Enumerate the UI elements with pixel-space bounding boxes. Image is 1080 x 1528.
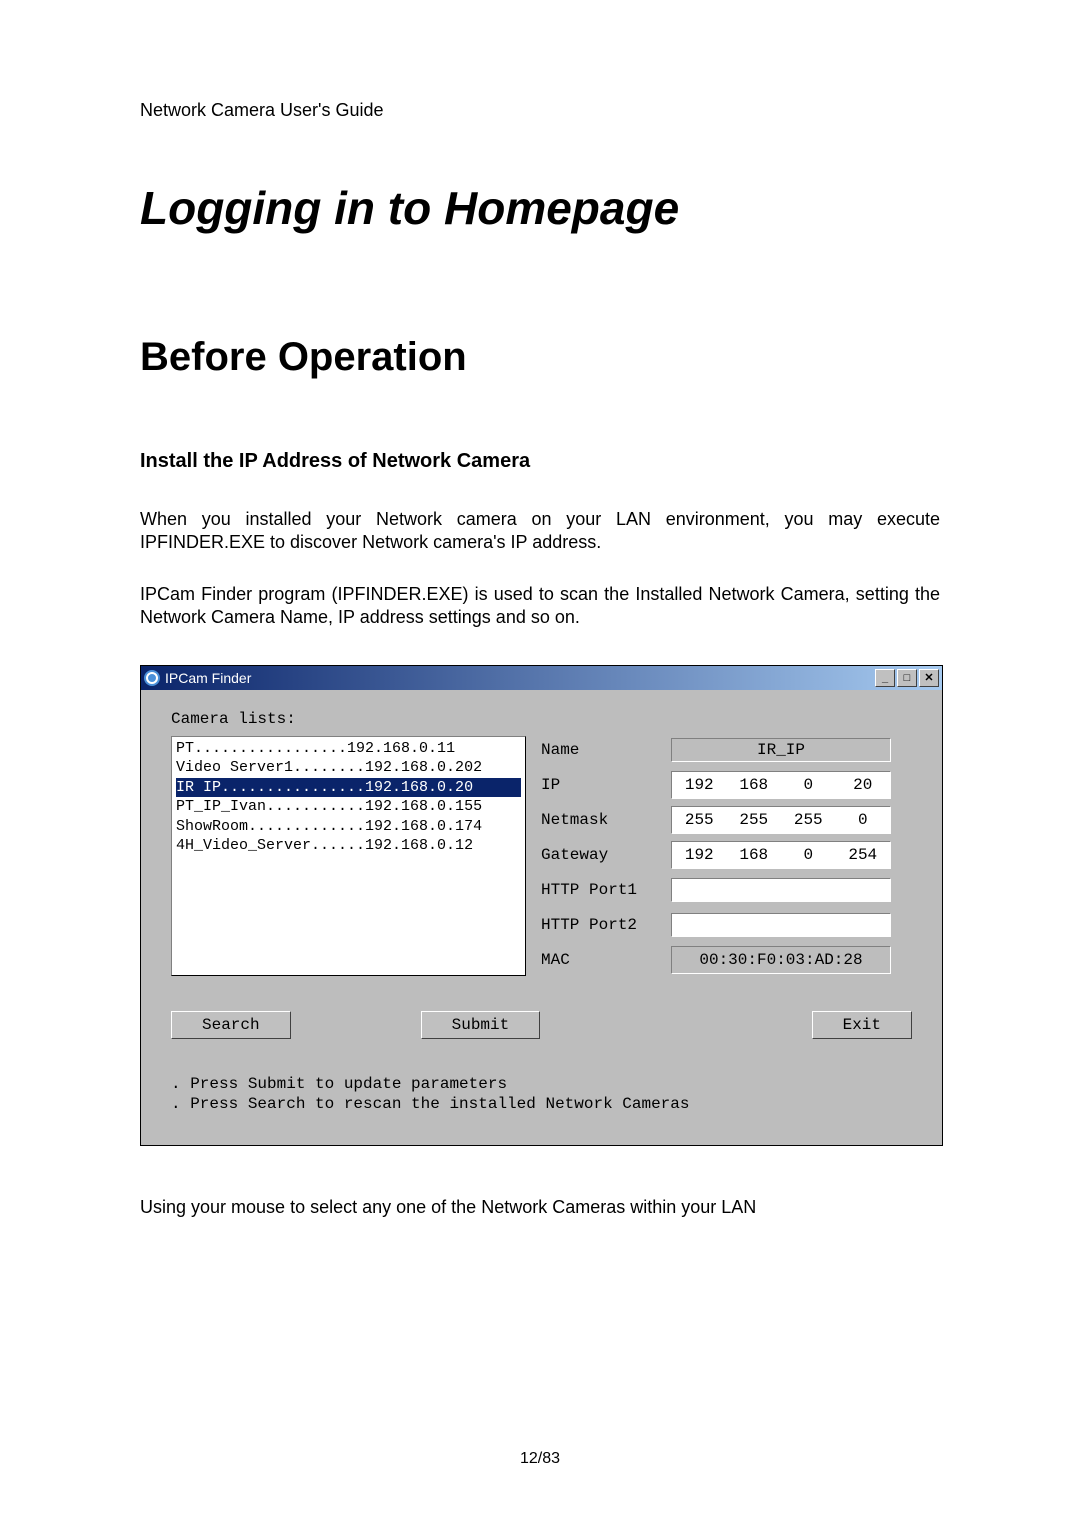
hint-1: . Press Submit to update parameters [171, 1074, 912, 1095]
hints: . Press Submit to update parameters . Pr… [171, 1074, 912, 1116]
netmask-octet-2[interactable]: 255 [727, 807, 782, 833]
http-port1-row: HTTP Port1 [541, 876, 912, 904]
ip-row: IP 192 168 0 20 [541, 771, 912, 799]
name-row: Name IR_IP [541, 736, 912, 764]
netmask-octet-3[interactable]: 255 [781, 807, 836, 833]
button-row: Search Submit Exit [171, 1011, 912, 1039]
camera-list[interactable]: PT.................192.168.0.11 Video Se… [171, 736, 526, 976]
ip-octet-3[interactable]: 0 [781, 772, 836, 798]
list-item[interactable]: PT.................192.168.0.11 [176, 739, 521, 759]
ip-input[interactable]: 192 168 0 20 [671, 771, 891, 799]
submit-button[interactable]: Submit [421, 1011, 541, 1039]
mac-row: MAC 00:30:F0:03:AD:28 [541, 946, 912, 974]
ip-label: IP [541, 776, 671, 794]
gateway-octet-3[interactable]: 0 [781, 842, 836, 868]
title-left: IPCam Finder [144, 670, 251, 686]
header-text: Network Camera User's Guide [140, 100, 940, 121]
details-panel: Name IR_IP IP 192 168 0 20 Netmask 255 [541, 736, 912, 981]
netmask-row: Netmask 255 255 255 0 [541, 806, 912, 834]
subsection-title: Install the IP Address of Network Camera [140, 450, 940, 473]
gateway-label: Gateway [541, 846, 671, 864]
ip-octet-2[interactable]: 168 [727, 772, 782, 798]
main-title: Logging in to Homepage [140, 181, 940, 235]
list-item[interactable]: Video Server1........192.168.0.202 [176, 758, 521, 778]
search-button[interactable]: Search [171, 1011, 291, 1039]
page-number: 12/83 [0, 1450, 1080, 1468]
ip-octet-4[interactable]: 20 [836, 772, 891, 798]
http-port1-label: HTTP Port1 [541, 881, 671, 899]
http-port2-row: HTTP Port2 [541, 911, 912, 939]
hint-2: . Press Search to rescan the installed N… [171, 1094, 912, 1115]
content-row: PT.................192.168.0.11 Video Se… [171, 736, 912, 981]
list-item[interactable]: 4H_Video_Server......192.168.0.12 [176, 836, 521, 856]
section-title: Before Operation [140, 335, 940, 380]
list-item-selected[interactable]: IR IP................192.168.0.20 [176, 778, 521, 798]
mac-label: MAC [541, 951, 671, 969]
netmask-label: Netmask [541, 811, 671, 829]
list-item[interactable]: PT_IP_Ivan...........192.168.0.155 [176, 797, 521, 817]
gateway-input[interactable]: 192 168 0 254 [671, 841, 891, 869]
window-controls: _ □ ✕ [875, 669, 939, 687]
http-port2-input[interactable] [671, 913, 891, 937]
maximize-button[interactable]: □ [897, 669, 917, 687]
name-label: Name [541, 741, 671, 759]
list-item[interactable]: ShowRoom.............192.168.0.174 [176, 817, 521, 837]
netmask-octet-4[interactable]: 0 [836, 807, 891, 833]
camera-lists-label: Camera lists: [171, 710, 912, 728]
app-icon [144, 670, 160, 686]
netmask-octet-1[interactable]: 255 [672, 807, 727, 833]
paragraph-1: When you installed your Network camera o… [140, 508, 940, 555]
minimize-button[interactable]: _ [875, 669, 895, 687]
mac-value: 00:30:F0:03:AD:28 [671, 946, 891, 974]
title-bar: IPCam Finder _ □ ✕ [141, 666, 942, 690]
paragraph-2: IPCam Finder program (IPFINDER.EXE) is u… [140, 583, 940, 630]
netmask-input[interactable]: 255 255 255 0 [671, 806, 891, 834]
close-button[interactable]: ✕ [919, 669, 939, 687]
http-port1-input[interactable] [671, 878, 891, 902]
exit-button[interactable]: Exit [812, 1011, 912, 1039]
gateway-row: Gateway 192 168 0 254 [541, 841, 912, 869]
name-value: IR_IP [671, 738, 891, 762]
gateway-octet-4[interactable]: 254 [836, 842, 891, 868]
ip-octet-1[interactable]: 192 [672, 772, 727, 798]
gateway-octet-2[interactable]: 168 [727, 842, 782, 868]
window-title: IPCam Finder [165, 670, 251, 686]
ipcam-finder-window: IPCam Finder _ □ ✕ Camera lists: PT.....… [140, 665, 943, 1147]
gateway-octet-1[interactable]: 192 [672, 842, 727, 868]
http-port2-label: HTTP Port2 [541, 916, 671, 934]
window-body: Camera lists: PT.................192.168… [141, 690, 942, 1146]
paragraph-3: Using your mouse to select any one of th… [140, 1196, 940, 1219]
